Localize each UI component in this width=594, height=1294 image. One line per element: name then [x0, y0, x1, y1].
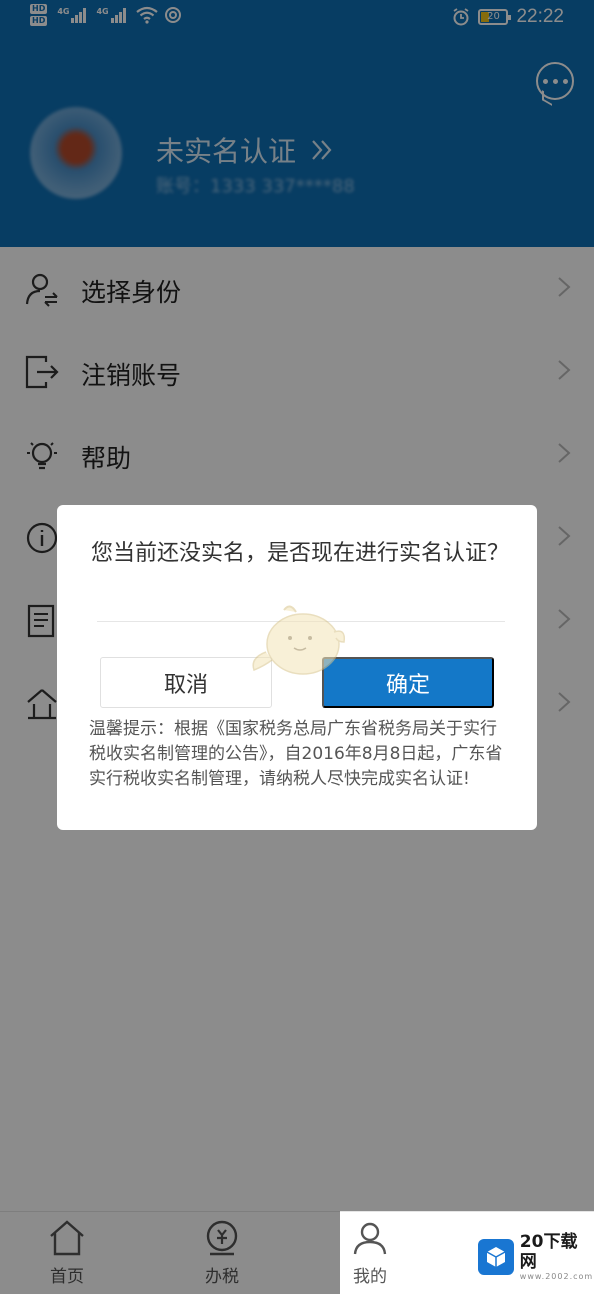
mascot-watermark-icon — [252, 605, 346, 675]
modal-backdrop-header — [0, 38, 594, 247]
site-watermark: 20下载网 www.2002.com — [478, 1232, 594, 1282]
watermark-title: 20下载网 — [519, 1232, 578, 1272]
dialog-message: 您当前还没实名，是否现在进行实名认证？ — [91, 541, 510, 566]
modal-backdrop-tabbar — [0, 1211, 340, 1294]
user-icon — [353, 1222, 387, 1255]
modal-backdrop-status — [0, 0, 594, 38]
dialog-tip: 温馨提示：根据《国家税务总局广东省税务局关于实行税收实名制管理的公告》，自201… — [89, 719, 503, 789]
watermark-url: www.2002.com — [519, 1272, 594, 1281]
cube-icon — [478, 1239, 514, 1275]
cancel-button[interactable]: 取消 — [100, 657, 272, 708]
